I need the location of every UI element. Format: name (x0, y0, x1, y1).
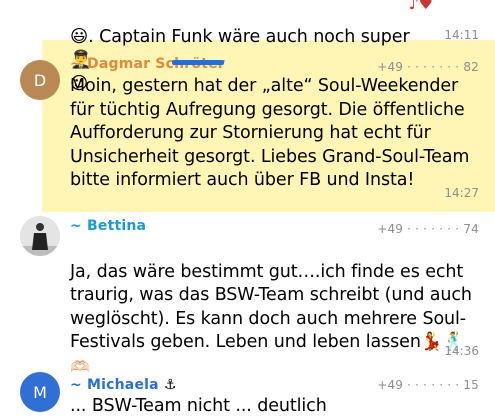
top-message-text: . Captain Funk wäre auch noch super (88, 26, 410, 47)
message-time: 14:27 (444, 186, 479, 200)
message-text: Ja, das wäre bestimmt gut….ich finde es … (70, 237, 483, 355)
avatar-michaela[interactable]: M (20, 372, 60, 412)
message-text-body: Ja, das wäre bestimmt gut….ich finde es … (70, 261, 472, 353)
name-redaction-mark (172, 60, 224, 65)
heart-hands-icon: 🫶🏻 (70, 356, 90, 376)
top-message-time: 14:11 (444, 28, 479, 42)
person-photo-icon (20, 216, 60, 256)
sender-phone: +49 · · · · · · · 15 (377, 378, 479, 392)
avatar-letter: M (33, 382, 47, 402)
message-dagmar[interactable]: ~ Dagmar Schröter +49 · · · · · · · 82 M… (70, 56, 483, 206)
anchor-icon: ⚓ (163, 377, 177, 393)
sender-phone: +49 · · · · · · · 82 (377, 60, 479, 74)
dancer-icon: 💃 (420, 332, 443, 352)
avatar-bettina[interactable] (20, 216, 60, 256)
message-top[interactable]: ♪♥ 😃. Captain Funk wäre auch noch super … (70, 0, 483, 94)
top-emoji-row: ♪♥ (408, 0, 433, 13)
message-bettina[interactable]: ~ Bettina +49 · · · · · · · 74 Ja, das w… (70, 218, 483, 376)
grinning-face-icon: 😃 (70, 26, 89, 47)
avatar-dagmar[interactable]: D (20, 60, 60, 100)
sender-phone: +49 · · · · · · · 74 (377, 222, 479, 236)
message-text: ... BSW-Team nicht ... deutlich (70, 396, 327, 416)
avatar-letter: D (33, 70, 47, 90)
message-time: 14:36 (444, 344, 479, 358)
message-text: Moin, gestern hat der „alte“ Soul-Weeken… (70, 76, 470, 190)
sender-name[interactable]: ~ Michaela (70, 377, 159, 393)
message-michaela[interactable]: ~ Michaela ⚓ +49 · · · · · · · 15 ... BS… (70, 374, 483, 416)
